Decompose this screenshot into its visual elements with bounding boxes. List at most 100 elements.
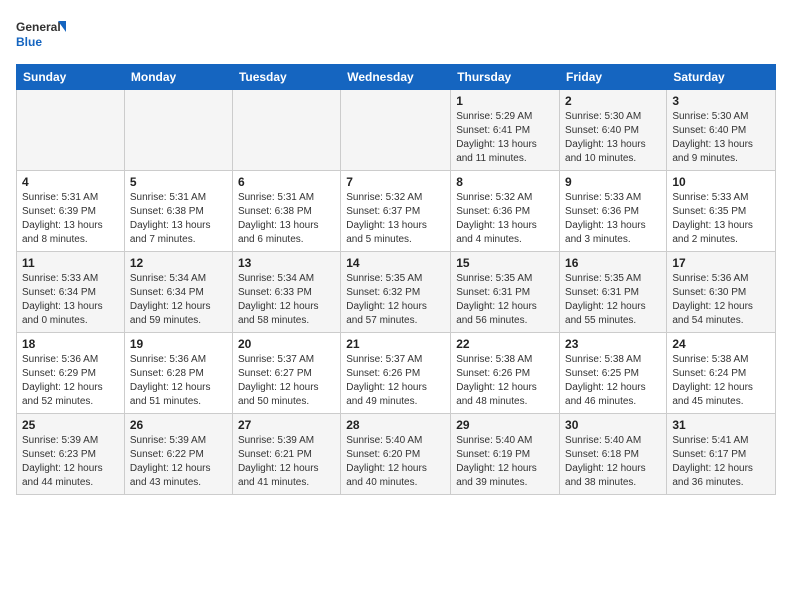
day-info: Sunrise: 5:32 AMSunset: 6:37 PMDaylight:… [346,191,445,247]
day-number: 7 [346,175,445,189]
day-header-monday: Monday [124,65,232,90]
calendar-cell: 22 Sunrise: 5:38 AMSunset: 6:26 PMDayligh… [451,333,560,414]
week-row-5: 25 Sunrise: 5:39 AMSunset: 6:23 PMDayligh… [17,414,776,495]
day-info: Sunrise: 5:39 AMSunset: 6:21 PMDaylight:… [238,434,335,490]
calendar-cell: 11 Sunrise: 5:33 AMSunset: 6:34 PMDayligh… [17,252,125,333]
header: General Blue [16,16,776,56]
day-number: 1 [456,94,554,108]
day-info: Sunrise: 5:38 AMSunset: 6:26 PMDaylight:… [456,353,554,409]
day-info: Sunrise: 5:40 AMSunset: 6:20 PMDaylight:… [346,434,445,490]
day-info: Sunrise: 5:34 AMSunset: 6:34 PMDaylight:… [130,272,227,328]
day-info: Sunrise: 5:29 AMSunset: 6:41 PMDaylight:… [456,110,554,166]
day-info: Sunrise: 5:39 AMSunset: 6:22 PMDaylight:… [130,434,227,490]
day-info: Sunrise: 5:41 AMSunset: 6:17 PMDaylight:… [672,434,770,490]
calendar-cell: 5 Sunrise: 5:31 AMSunset: 6:38 PMDaylight… [124,171,232,252]
day-number: 11 [22,256,119,270]
week-row-2: 4Sunrise: 5:31 AMSunset: 6:39 PMDaylight… [17,171,776,252]
day-info: Sunrise: 5:36 AMSunset: 6:29 PMDaylight:… [22,353,119,409]
calendar-cell: 1 Sunrise: 5:29 AMSunset: 6:41 PMDaylight… [451,90,560,171]
day-number: 22 [456,337,554,351]
day-number: 8 [456,175,554,189]
calendar-cell: 13 Sunrise: 5:34 AMSunset: 6:33 PMDayligh… [232,252,340,333]
day-info: Sunrise: 5:35 AMSunset: 6:32 PMDaylight:… [346,272,445,328]
day-number: 28 [346,418,445,432]
day-number: 18 [22,337,119,351]
day-header-sunday: Sunday [17,65,125,90]
calendar-cell: 25 Sunrise: 5:39 AMSunset: 6:23 PMDayligh… [17,414,125,495]
calendar-cell: 31 Sunrise: 5:41 AMSunset: 6:17 PMDayligh… [667,414,776,495]
calendar-cell: 14 Sunrise: 5:35 AMSunset: 6:32 PMDayligh… [341,252,451,333]
day-info: Sunrise: 5:40 AMSunset: 6:18 PMDaylight:… [565,434,661,490]
calendar-cell: 2Sunrise: 5:30 AMSunset: 6:40 PMDaylight… [560,90,667,171]
calendar-cell: 7 Sunrise: 5:32 AMSunset: 6:37 PMDaylight… [341,171,451,252]
calendar-cell: 30 Sunrise: 5:40 AMSunset: 6:18 PMDayligh… [560,414,667,495]
day-number: 30 [565,418,661,432]
week-row-1: 1 Sunrise: 5:29 AMSunset: 6:41 PMDaylight… [17,90,776,171]
logo: General Blue [16,16,66,56]
day-number: 24 [672,337,770,351]
day-number: 15 [456,256,554,270]
day-number: 14 [346,256,445,270]
calendar-cell: 29 Sunrise: 5:40 AMSunset: 6:19 PMDayligh… [451,414,560,495]
svg-text:General: General [16,20,61,34]
calendar-cell: 18 Sunrise: 5:36 AMSunset: 6:29 PMDayligh… [17,333,125,414]
day-info: Sunrise: 5:39 AMSunset: 6:23 PMDaylight:… [22,434,119,490]
day-number: 31 [672,418,770,432]
day-number: 17 [672,256,770,270]
calendar-cell: 16Sunrise: 5:35 AMSunset: 6:31 PMDayligh… [560,252,667,333]
calendar-cell: 6 Sunrise: 5:31 AMSunset: 6:38 PMDaylight… [232,171,340,252]
day-info: Sunrise: 5:34 AMSunset: 6:33 PMDaylight:… [238,272,335,328]
calendar-cell: 24 Sunrise: 5:38 AMSunset: 6:24 PMDayligh… [667,333,776,414]
day-number: 29 [456,418,554,432]
day-info: Sunrise: 5:33 AMSunset: 6:34 PMDaylight:… [22,272,119,328]
day-number: 26 [130,418,227,432]
svg-text:Blue: Blue [16,35,42,49]
day-info: Sunrise: 5:33 AMSunset: 6:36 PMDaylight:… [565,191,661,247]
calendar-cell: 4Sunrise: 5:31 AMSunset: 6:39 PMDaylight… [17,171,125,252]
day-number: 3 [672,94,770,108]
day-number: 25 [22,418,119,432]
day-info: Sunrise: 5:32 AMSunset: 6:36 PMDaylight:… [456,191,554,247]
day-number: 5 [130,175,227,189]
day-number: 27 [238,418,335,432]
calendar-cell: 27 Sunrise: 5:39 AMSunset: 6:21 PMDayligh… [232,414,340,495]
day-info: Sunrise: 5:31 AMSunset: 6:38 PMDaylight:… [130,191,227,247]
day-number: 20 [238,337,335,351]
day-header-friday: Friday [560,65,667,90]
day-info: Sunrise: 5:33 AMSunset: 6:35 PMDaylight:… [672,191,770,247]
calendar-cell [341,90,451,171]
header-row: SundayMondayTuesdayWednesdayThursdayFrid… [17,65,776,90]
calendar-cell: 19 Sunrise: 5:36 AMSunset: 6:28 PMDayligh… [124,333,232,414]
calendar-cell [124,90,232,171]
day-info: Sunrise: 5:37 AMSunset: 6:26 PMDaylight:… [346,353,445,409]
day-info: Sunrise: 5:37 AMSunset: 6:27 PMDaylight:… [238,353,335,409]
day-header-wednesday: Wednesday [341,65,451,90]
day-info: Sunrise: 5:36 AMSunset: 6:28 PMDaylight:… [130,353,227,409]
week-row-3: 11 Sunrise: 5:33 AMSunset: 6:34 PMDayligh… [17,252,776,333]
calendar-cell: 12 Sunrise: 5:34 AMSunset: 6:34 PMDayligh… [124,252,232,333]
day-info: Sunrise: 5:30 AMSunset: 6:40 PMDaylight:… [672,110,770,166]
logo-svg: General Blue [16,16,66,56]
day-info: Sunrise: 5:40 AMSunset: 6:19 PMDaylight:… [456,434,554,490]
calendar-cell: 9 Sunrise: 5:33 AMSunset: 6:36 PMDaylight… [560,171,667,252]
day-number: 13 [238,256,335,270]
day-info: Sunrise: 5:31 AMSunset: 6:38 PMDaylight:… [238,191,335,247]
calendar-cell: 15Sunrise: 5:35 AMSunset: 6:31 PMDayligh… [451,252,560,333]
day-number: 10 [672,175,770,189]
day-number: 23 [565,337,661,351]
calendar-cell: 23 Sunrise: 5:38 AMSunset: 6:25 PMDayligh… [560,333,667,414]
day-header-tuesday: Tuesday [232,65,340,90]
day-number: 21 [346,337,445,351]
week-row-4: 18 Sunrise: 5:36 AMSunset: 6:29 PMDayligh… [17,333,776,414]
day-number: 9 [565,175,661,189]
day-number: 6 [238,175,335,189]
day-info: Sunrise: 5:38 AMSunset: 6:24 PMDaylight:… [672,353,770,409]
day-info: Sunrise: 5:36 AMSunset: 6:30 PMDaylight:… [672,272,770,328]
calendar-cell: 8 Sunrise: 5:32 AMSunset: 6:36 PMDaylight… [451,171,560,252]
calendar-cell [17,90,125,171]
calendar-cell [232,90,340,171]
day-number: 19 [130,337,227,351]
day-header-thursday: Thursday [451,65,560,90]
day-info: Sunrise: 5:38 AMSunset: 6:25 PMDaylight:… [565,353,661,409]
day-number: 12 [130,256,227,270]
